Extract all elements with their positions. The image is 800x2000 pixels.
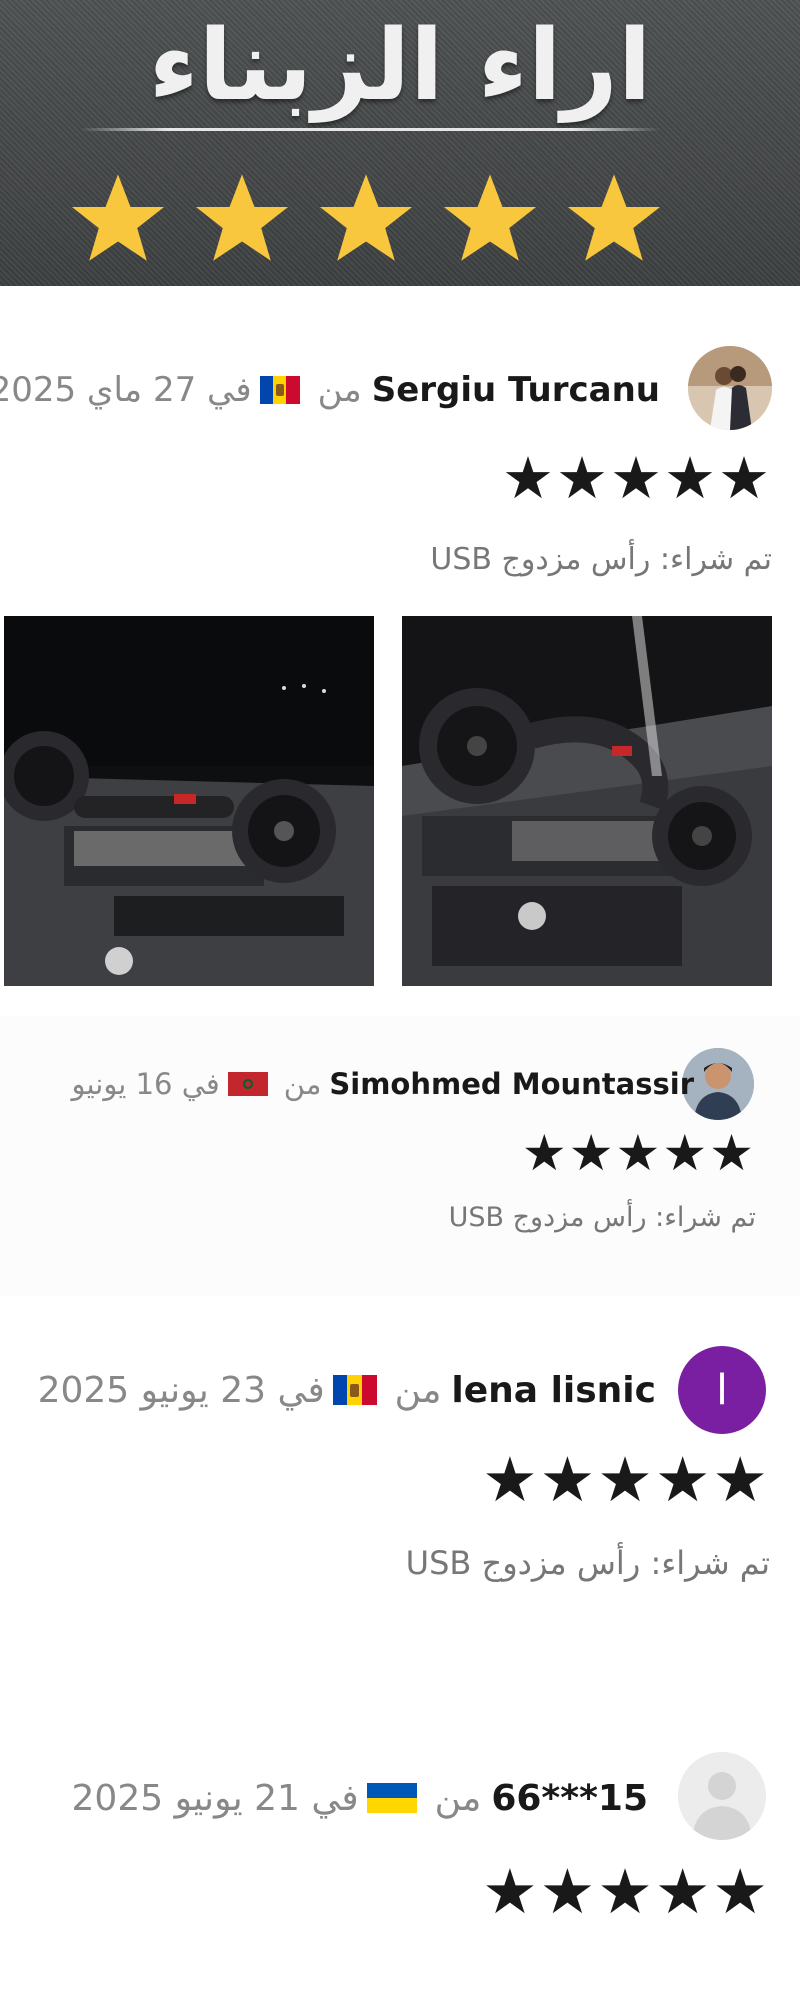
review-card: l lena lisnic من في 23 يونيو 2025 ★★★★★ …	[0, 1310, 800, 1670]
review-card: Sergiu Turcanu من في 27 ماي 2025 ★★★★★ ت…	[0, 286, 800, 1016]
moldova-flag-icon	[332, 1375, 377, 1405]
review-photo-2[interactable]	[4, 616, 374, 986]
default-user-avatar-icon[interactable]	[678, 1752, 766, 1840]
author-name[interactable]: lena lisnic	[451, 1370, 656, 1411]
from-word: من	[317, 370, 362, 410]
banner-star-1-icon	[71, 174, 165, 261]
review-date: في 16 يونيو	[71, 1067, 220, 1101]
review-rating-stars: ★★★★★	[521, 1124, 756, 1182]
banner-title: اراء الزبناء	[148, 9, 652, 123]
review-card: 66***15 من في 21 يونيو 2025 ★★★★★	[0, 1730, 800, 2000]
morocco-flag-icon	[227, 1072, 268, 1096]
banner-star-3-icon	[319, 174, 413, 261]
author-name[interactable]: 66***15	[491, 1778, 648, 1819]
review-photo-1[interactable]	[402, 616, 772, 986]
banner-star-5-icon	[567, 174, 661, 261]
review-date: في 23 يونيو 2025	[37, 1369, 325, 1411]
letter-avatar[interactable]: l	[678, 1346, 766, 1434]
purchased-variant: تم شراء: رأس مزدوج USB	[405, 1544, 770, 1582]
author-name[interactable]: Simohmed Mountassir	[329, 1067, 694, 1101]
from-word: من	[434, 1777, 482, 1819]
purchased-variant: تم شراء: رأس مزدوج USB	[430, 542, 772, 577]
review-header: Simohmed Mountassir من في 16 يونيو	[72, 1064, 694, 1104]
review-date: في 21 يونيو 2025	[71, 1777, 359, 1819]
review-rating-stars: ★★★★★	[482, 1855, 770, 1928]
review-date: في 27 ماي 2025	[0, 370, 252, 410]
banner-star-4-icon	[443, 174, 537, 261]
purchased-variant: تم شراء: رأس مزدوج USB	[448, 1202, 756, 1233]
review-header: Sergiu Turcanu من في 27 ماي 2025	[0, 368, 660, 412]
review-header: lena lisnic من في 23 يونيو 2025	[38, 1368, 656, 1412]
review-rating-stars: ★★★★★	[502, 444, 772, 512]
banner-divider	[80, 128, 660, 131]
reviews-banner: اراء الزبناء	[0, 0, 800, 286]
from-word: من	[394, 1369, 442, 1411]
review-rating-stars: ★★★★★	[482, 1443, 770, 1516]
review-card: Simohmed Mountassir من في 16 يونيو ★★★★★…	[0, 1016, 800, 1296]
banner-star-2-icon	[195, 174, 289, 261]
author-name[interactable]: Sergiu Turcanu	[372, 370, 660, 410]
user-photo-avatar-icon[interactable]	[688, 346, 772, 430]
ukraine-flag-icon	[366, 1783, 417, 1813]
review-header: 66***15 من في 21 يونيو 2025	[72, 1776, 648, 1820]
moldova-flag-icon	[259, 376, 300, 404]
from-word: من	[283, 1067, 322, 1101]
